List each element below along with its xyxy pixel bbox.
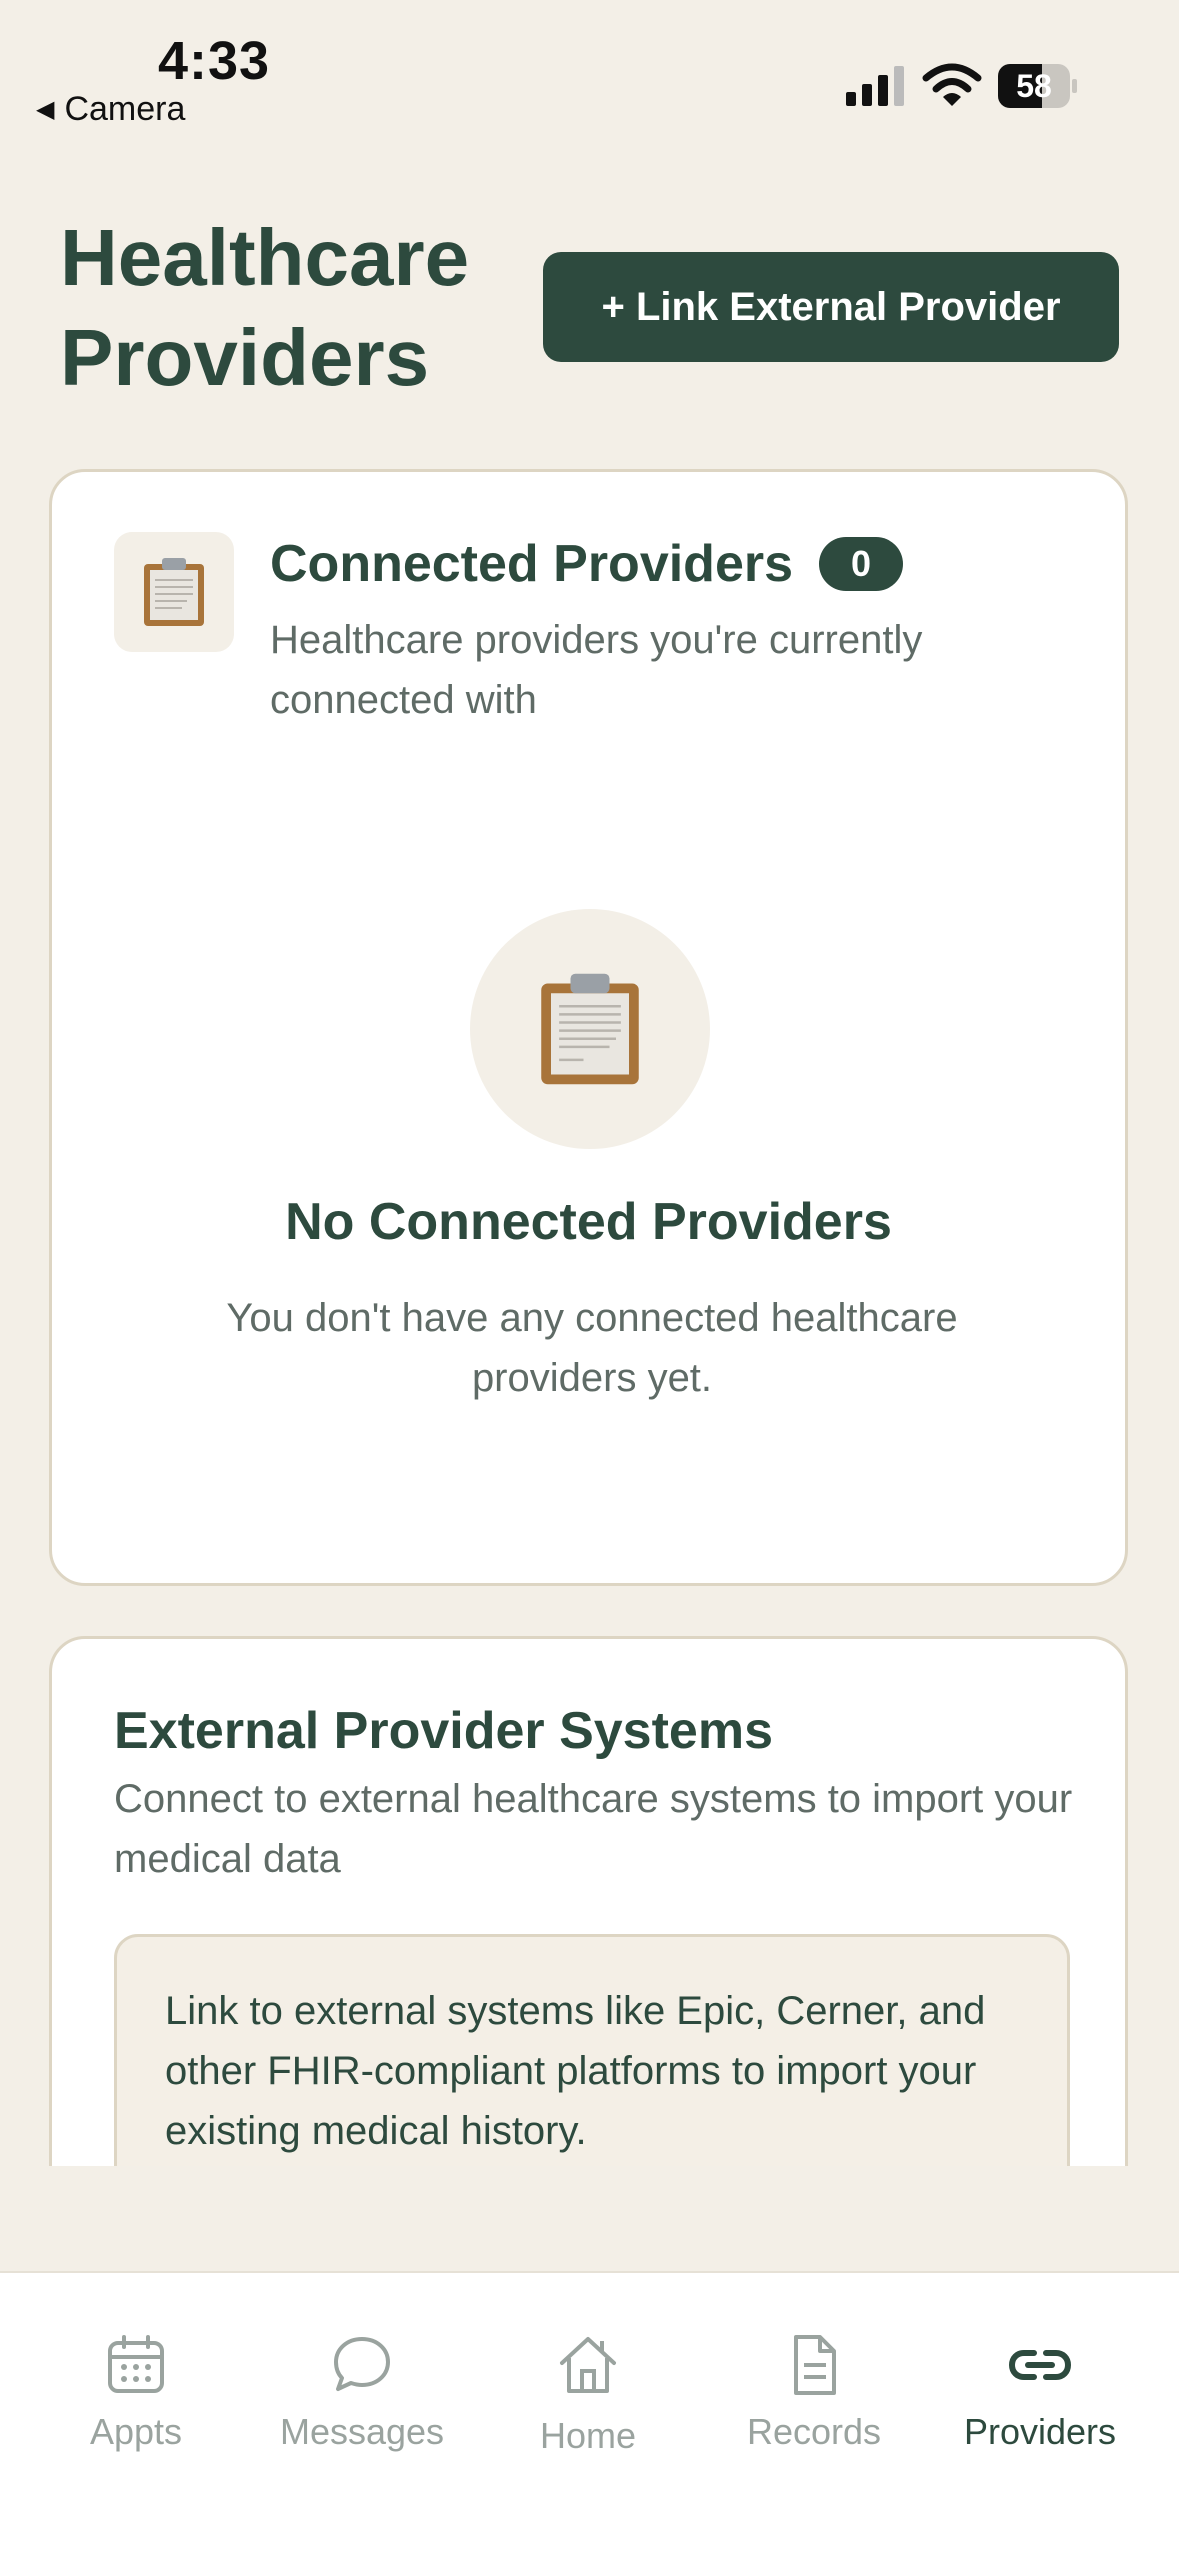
- empty-state-icon-circle: [470, 909, 710, 1149]
- calendar-icon: [108, 2335, 164, 2393]
- back-arrow-icon: ◀: [36, 96, 55, 123]
- connected-providers-title: Connected Providers: [270, 535, 794, 593]
- empty-state-title: No Connected Providers: [285, 1193, 892, 1251]
- connected-providers-card: Connected Providers 0 Healthcare provide…: [49, 469, 1128, 1586]
- tab-home-label: Home: [539, 2415, 637, 2456]
- cellular-signal-icon: [846, 66, 904, 106]
- page-title: Healthcare Providers: [60, 213, 470, 402]
- scroll-area-bottom: [0, 2166, 1179, 2271]
- tab-messages-label: Messages: [279, 2411, 445, 2452]
- external-systems-subtitle: Connect to external healthcare systems t…: [114, 1777, 1073, 1881]
- tab-records-label: Records: [746, 2411, 882, 2452]
- tab-messages[interactable]: Messages: [262, 2333, 462, 2453]
- connected-count-badge: 0: [819, 537, 904, 591]
- tab-providers-label: Providers: [963, 2411, 1117, 2452]
- connected-header: Connected Providers 0: [270, 534, 904, 594]
- external-systems-info-text: Link to external systems like Epic, Cern…: [165, 1989, 986, 2153]
- status-bar: 4:33 ◀ Camera 58: [0, 0, 1179, 140]
- document-icon: [794, 2335, 836, 2395]
- tab-appts[interactable]: Appts: [36, 2333, 236, 2453]
- clipboard-icon: [144, 558, 204, 626]
- link-icon: [1008, 2350, 1072, 2380]
- chat-bubble-icon: [334, 2337, 390, 2391]
- tab-records[interactable]: Records: [714, 2333, 914, 2453]
- bottom-tab-bar: Appts Messages Home Records Providers: [0, 2271, 1179, 2558]
- tab-home[interactable]: Home: [488, 2333, 688, 2457]
- home-icon: [560, 2337, 616, 2393]
- status-time: 4:33: [158, 31, 271, 91]
- clipboard-icon: [541, 973, 639, 1085]
- wifi-icon: [922, 63, 982, 106]
- link-external-provider-button[interactable]: + Link External Provider: [543, 252, 1119, 362]
- tab-appts-label: Appts: [89, 2411, 183, 2452]
- battery-level: 58: [1016, 67, 1052, 104]
- back-app-label: Camera: [64, 90, 186, 128]
- back-to-app-link[interactable]: ◀ Camera: [36, 90, 185, 129]
- battery-indicator: 58: [998, 64, 1078, 108]
- external-systems-title: External Provider Systems: [114, 1702, 773, 1760]
- empty-state-text: You don't have any connected healthcare …: [226, 1296, 958, 1400]
- tab-providers[interactable]: Providers: [940, 2333, 1140, 2453]
- connected-providers-subtitle: Healthcare providers you're currently co…: [270, 618, 923, 722]
- clipboard-icon-tile: [114, 532, 234, 652]
